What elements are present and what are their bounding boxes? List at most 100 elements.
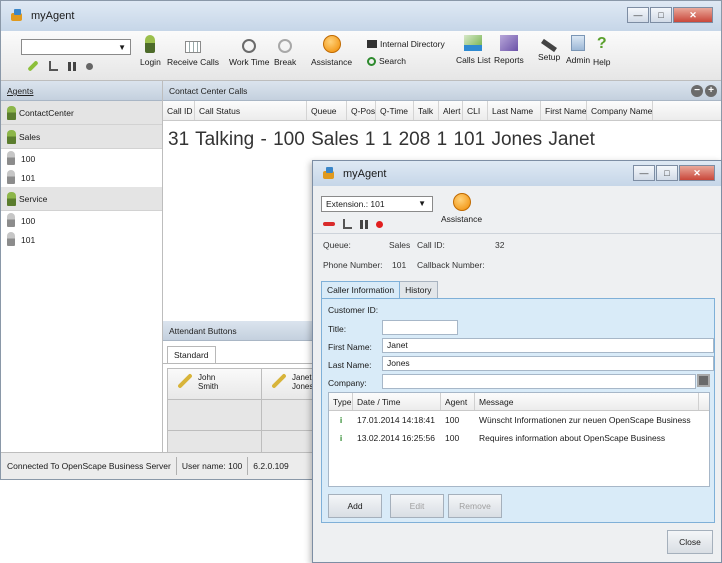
first-name-field[interactable]: Janet xyxy=(382,338,714,353)
handset-icon xyxy=(177,373,193,389)
table-row[interactable]: i 13.02.2014 16:25:56 100 Requires infor… xyxy=(329,429,709,447)
dialog-window-controls: — □ ✕ xyxy=(633,165,715,181)
group-label: Sales xyxy=(19,131,41,142)
receive-calls-label: Receive Calls xyxy=(167,57,219,67)
close-button[interactable]: ✕ xyxy=(679,165,715,181)
col-last-name[interactable]: Last Name xyxy=(488,101,541,120)
close-button[interactable]: ✕ xyxy=(673,7,713,23)
calls-list-button[interactable]: Calls List xyxy=(456,35,490,65)
agent-item[interactable]: 101 xyxy=(1,168,162,187)
group-sales[interactable]: Sales xyxy=(1,125,162,149)
last-name-field[interactable]: Jones xyxy=(382,356,714,371)
dialog-close-button[interactable]: Close xyxy=(667,530,713,554)
cell-call-id: 31 xyxy=(168,129,190,150)
cell-q-time: 208 xyxy=(398,129,431,150)
title-field[interactable] xyxy=(382,320,458,335)
col-alert[interactable]: Alert xyxy=(439,101,463,120)
maximize-button[interactable]: □ xyxy=(656,165,678,181)
agent-icon xyxy=(7,232,15,246)
record-icon[interactable] xyxy=(86,62,93,70)
agent-item[interactable]: 100 xyxy=(1,149,162,168)
col-first-name[interactable]: First Name xyxy=(541,101,587,120)
col-q-pos[interactable]: Q-Pos xyxy=(347,101,376,120)
receive-calls-button[interactable]: Receive Calls xyxy=(167,35,219,67)
dialog-assistance-button[interactable]: Assistance xyxy=(441,193,482,224)
dialog-titlebar: myAgent — □ ✕ xyxy=(313,161,721,186)
group-contactcenter[interactable]: ContactCenter xyxy=(1,101,162,125)
work-time-button[interactable]: Work Time xyxy=(229,35,269,67)
attendant-last-name: Smith xyxy=(198,382,219,391)
col-q-time[interactable]: Q-Time xyxy=(376,101,414,120)
call-row[interactable]: 31 Talking - 100 Sales 1 1 208 1 101 Jon… xyxy=(168,129,595,151)
cell-date-time: 17.01.2014 14:18:41 xyxy=(357,415,435,425)
chevron-down-icon: ▼ xyxy=(418,199,426,208)
internal-directory-button[interactable]: Internal Directory xyxy=(367,39,445,49)
tab-caller-information[interactable]: Caller Information xyxy=(321,281,401,298)
maximize-button[interactable]: □ xyxy=(650,7,672,23)
hold-icon[interactable] xyxy=(68,61,76,71)
company-field[interactable] xyxy=(382,374,696,389)
collapse-icon[interactable]: − xyxy=(691,85,703,97)
transfer-icon[interactable] xyxy=(343,219,352,229)
col-date-time[interactable]: Date / Time xyxy=(353,393,441,410)
col-agent[interactable]: Agent xyxy=(441,393,475,410)
minimize-button[interactable]: — xyxy=(627,7,649,23)
col-message[interactable]: Message xyxy=(475,393,699,410)
transfer-icon[interactable] xyxy=(49,61,58,71)
col-cli[interactable]: CLI xyxy=(463,101,488,120)
reports-button[interactable]: Reports xyxy=(494,35,524,65)
status-user: User name: 100 xyxy=(181,461,243,471)
tab-standard[interactable]: Standard xyxy=(167,346,216,364)
table-row[interactable]: i 17.01.2014 14:18:41 100 Wünscht Inform… xyxy=(329,411,709,429)
group-service[interactable]: Service xyxy=(1,187,162,211)
search-icon xyxy=(367,57,376,66)
main-toolbar: ▼ Login Receive Calls Work Time Break As… xyxy=(1,31,721,81)
group-label: ContactCenter xyxy=(19,107,74,118)
tab-history[interactable]: History xyxy=(399,281,438,298)
admin-button[interactable]: Admin xyxy=(566,35,590,65)
work-time-label: Work Time xyxy=(229,57,270,67)
status-server: Connected To OpenScape Business Server xyxy=(7,461,171,471)
assistance-button[interactable]: Assistance xyxy=(311,35,352,67)
internal-directory-label: Internal Directory xyxy=(380,39,445,49)
hangup-icon[interactable] xyxy=(323,222,335,226)
break-button[interactable]: Break xyxy=(274,35,296,67)
col-call-status[interactable]: Call Status xyxy=(195,101,307,120)
attendant-button[interactable]: John Smith xyxy=(168,369,261,399)
col-company-name[interactable]: Company Name xyxy=(587,101,653,120)
assistance-icon xyxy=(452,193,471,211)
agent-item[interactable]: 100 xyxy=(1,211,162,230)
agents-header[interactable]: Agents xyxy=(1,81,162,101)
add-button[interactable]: Add xyxy=(328,494,382,518)
hold-icon[interactable] xyxy=(360,219,368,229)
search-button[interactable]: Search xyxy=(367,56,406,66)
expand-icon[interactable]: + xyxy=(705,85,717,97)
col-talk[interactable]: Talk xyxy=(414,101,439,120)
help-button[interactable]: ? Help xyxy=(593,35,610,67)
edit-button[interactable]: Edit xyxy=(390,494,444,518)
extension-select[interactable]: ▼ xyxy=(21,39,131,55)
save-icon[interactable] xyxy=(697,374,710,387)
cell-date-time: 13.02.2014 16:25:56 xyxy=(357,433,435,443)
reports-icon xyxy=(499,35,518,51)
agent-label: 100 xyxy=(21,153,36,164)
remove-button[interactable]: Remove xyxy=(448,494,502,518)
assistance-label: Assistance xyxy=(311,57,353,67)
dialog-extension-select[interactable]: Extension.: 101 ▼ xyxy=(321,196,433,212)
login-button[interactable]: Login xyxy=(140,35,161,67)
login-label: Login xyxy=(140,57,161,67)
setup-button[interactable]: Setup xyxy=(538,35,560,62)
cell-message: Wünscht Informationen zur neuen OpenScap… xyxy=(479,415,691,425)
work-time-icon xyxy=(242,39,257,53)
col-type[interactable]: Type xyxy=(329,393,353,410)
phone-number-label: Phone Number: xyxy=(323,260,383,270)
answer-call-icon[interactable] xyxy=(27,60,39,72)
col-call-id[interactable]: Call ID xyxy=(163,101,195,120)
minimize-button[interactable]: — xyxy=(633,165,655,181)
col-queue[interactable]: Queue xyxy=(307,101,347,120)
attendant-button-empty[interactable] xyxy=(168,400,261,430)
cell-last-name: Jones xyxy=(491,129,543,150)
agent-item[interactable]: 101 xyxy=(1,230,162,249)
record-icon[interactable] xyxy=(376,220,383,228)
assistance-icon xyxy=(322,35,341,53)
